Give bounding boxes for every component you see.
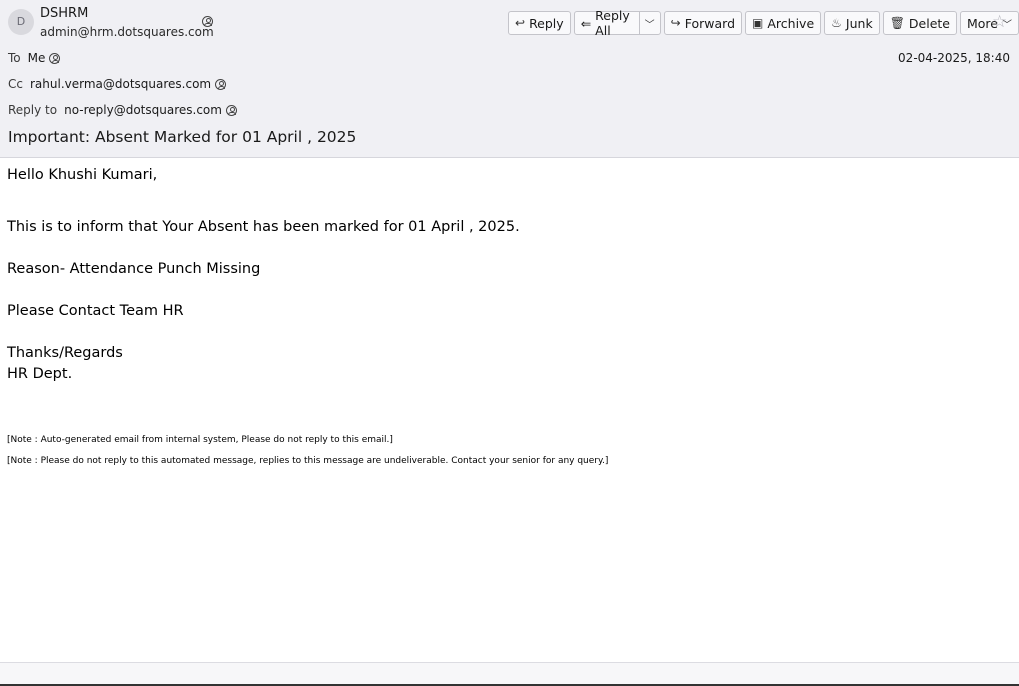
to-row: To Me — [8, 51, 61, 65]
body-reason: Reason- Attendance Punch Missing — [7, 261, 261, 277]
sender-email[interactable]: admin@hrm.dotsquares.com — [40, 25, 214, 39]
message-date: 02-04-2025, 18:40 — [898, 51, 1010, 65]
reply-all-dropdown[interactable]: ﹀ — [638, 12, 660, 34]
reply-button[interactable]: ↩ Reply — [508, 11, 571, 35]
forward-icon: ↪ — [670, 16, 681, 30]
delete-button[interactable]: 🗑 Delete — [882, 11, 957, 35]
add-contact-icon[interactable] — [215, 78, 227, 90]
reply-to-label: Reply to — [8, 103, 58, 117]
reply-icon: ↩ — [515, 16, 526, 30]
archive-button[interactable]: ▣ Archive — [745, 11, 822, 35]
sender-name[interactable]: DSHRM — [40, 6, 88, 21]
forward-button[interactable]: ↪ Forward — [663, 11, 743, 35]
trash-icon: 🗑 — [889, 16, 905, 30]
reply-all-icon: ⇐ — [580, 15, 592, 31]
body-paragraph: This is to inform that Your Absent has b… — [7, 219, 520, 235]
more-button[interactable]: More ﹀ — [960, 11, 1019, 35]
reply-all-button[interactable]: ⇐ Reply All — [575, 8, 639, 38]
add-contact-icon[interactable] — [202, 16, 213, 27]
body-thanks: Thanks/Regards — [7, 345, 123, 361]
star-icon[interactable]: ☆ — [992, 14, 1007, 31]
archive-icon: ▣ — [752, 16, 764, 30]
to-value[interactable]: Me — [28, 51, 46, 65]
message-toolbar: ↩ Reply ⇐ Reply All ﹀ ↪ Forward ▣ Archiv… — [508, 8, 1019, 38]
junk-button[interactable]: ♨ Junk — [824, 11, 880, 35]
message-header: D DSHRM admin@hrm.dotsquares.com ↩ Reply… — [0, 0, 1019, 158]
body-dept: HR Dept. — [7, 366, 73, 382]
message-subject: Important: Absent Marked for 01 April , … — [8, 128, 357, 146]
body-contact: Please Contact Team HR — [7, 303, 184, 319]
body-note: [Note : Please do not reply to this auto… — [7, 456, 609, 466]
chevron-down-icon: ﹀ — [644, 19, 655, 31]
body-note: [Note : Auto-generated email from intern… — [7, 435, 393, 445]
to-label: To — [8, 51, 21, 65]
cc-value[interactable]: rahul.verma@dotsquares.com — [30, 77, 211, 91]
status-bar — [0, 662, 1019, 686]
body-greeting: Hello Khushi Kumari, — [7, 167, 158, 183]
add-contact-icon[interactable] — [49, 52, 61, 64]
cc-label: Cc — [8, 77, 23, 91]
sender-avatar: D — [8, 9, 34, 35]
cc-row: Cc rahul.verma@dotsquares.com — [8, 77, 227, 91]
reply-to-row: Reply to no-reply@dotsquares.com — [8, 103, 237, 117]
reply-to-value[interactable]: no-reply@dotsquares.com — [64, 103, 222, 117]
add-contact-icon[interactable] — [225, 104, 237, 116]
reply-all-button-group: ⇐ Reply All ﹀ — [573, 8, 661, 38]
junk-icon: ♨ — [831, 16, 842, 30]
